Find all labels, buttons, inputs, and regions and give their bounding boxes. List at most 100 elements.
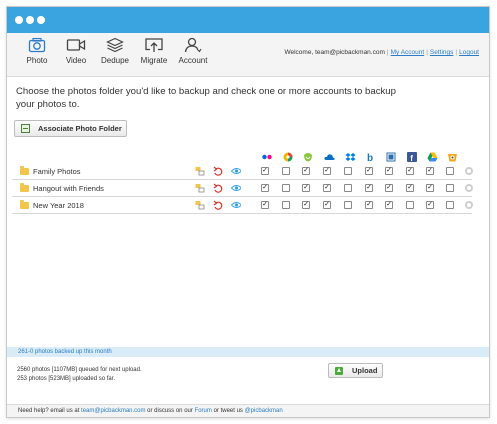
undo-icon[interactable]	[213, 183, 223, 193]
service-checkbox-zenfolio[interactable]: ✓	[385, 201, 393, 209]
service-checkbox-dropbox[interactable]	[344, 167, 352, 175]
video-icon	[66, 39, 86, 51]
change-folder-icon[interactable]	[195, 166, 205, 176]
footer-middle2: or tweet us	[213, 408, 243, 414]
picasa-icon	[282, 151, 294, 163]
folder-row: Family Photos ✓ ✓ ✓ ✓ ✓ ✓ ✓	[12, 163, 473, 180]
service-checkbox-dropbox[interactable]	[344, 201, 352, 209]
folder-name-label: Family Photos	[33, 167, 81, 176]
service-checkbox-picasa[interactable]	[282, 167, 290, 175]
view-icon[interactable]	[231, 166, 241, 176]
tab-migrate-label: Migrate	[140, 56, 168, 65]
forum-link[interactable]: Forum	[195, 408, 212, 414]
change-folder-icon[interactable]	[195, 183, 205, 193]
service-checkbox-smugmug[interactable]: ✓	[302, 167, 310, 175]
tab-account[interactable]: Account	[173, 37, 213, 65]
google-drive-icon	[426, 151, 438, 163]
queued-text: 2560 photos [1107MB] queued for next upl…	[17, 367, 142, 373]
service-checkbox-flickr[interactable]: ✓	[261, 201, 269, 209]
skydrive-icon	[323, 151, 335, 163]
window-dot-2[interactable]	[26, 16, 34, 24]
tab-migrate[interactable]: Migrate	[134, 37, 174, 65]
twitter-link[interactable]: @picbackman	[245, 408, 283, 414]
tab-account-label: Account	[178, 56, 208, 65]
service-checkbox-skydrive[interactable]: ✓	[323, 167, 331, 175]
service-checkbox-google-drive[interactable]: ✓	[426, 201, 434, 209]
folder-settings-icon[interactable]	[465, 184, 473, 192]
settings-link[interactable]: Settings	[430, 49, 454, 56]
tab-dedupe[interactable]: Dedupe	[95, 37, 135, 65]
upload-button-label: Upload	[352, 366, 378, 375]
folder-icon	[20, 183, 29, 192]
service-checkbox-zenfolio[interactable]: ✓	[385, 167, 393, 175]
tab-photo[interactable]: Photo	[17, 37, 57, 65]
folder-add-icon	[21, 124, 30, 133]
upload-button[interactable]: Upload	[328, 363, 383, 378]
change-folder-icon[interactable]	[195, 200, 205, 210]
tab-video-label: Video	[65, 56, 87, 65]
service-header: b f	[0, 151, 497, 163]
service-checkbox-google-drive[interactable]: ✓	[426, 167, 434, 175]
window-dot-1[interactable]	[15, 16, 23, 24]
service-checkbox-box[interactable]: ✓	[365, 201, 373, 209]
service-checkbox-facebook[interactable]: ✓	[406, 184, 414, 192]
folder-settings-icon[interactable]	[465, 167, 473, 175]
folder-list: Family Photos ✓ ✓ ✓ ✓ ✓ ✓ ✓ Hangout with Friends…	[12, 163, 473, 214]
service-checkbox-box[interactable]: ✓	[365, 184, 373, 192]
undo-icon[interactable]	[213, 200, 223, 210]
service-checkbox-box[interactable]: ✓	[365, 167, 373, 175]
service-checkbox-google-drive[interactable]: ✓	[426, 184, 434, 192]
tab-photo-label: Photo	[26, 56, 48, 65]
facebook-icon: f	[406, 151, 418, 163]
associate-photo-folder-button[interactable]: Associate Photo Folder	[14, 120, 127, 137]
main-toolbar: Photo Video Dedupe Migrate Account Welco…	[7, 33, 489, 77]
dropbox-icon	[344, 151, 356, 163]
folder-name: Hangout with Friends	[20, 183, 104, 193]
service-checkbox-photobucket[interactable]	[446, 184, 454, 192]
camera-icon	[28, 37, 46, 53]
service-checkbox-flickr[interactable]: ✓	[261, 184, 269, 192]
service-checkbox-photobucket[interactable]	[446, 201, 454, 209]
folder-name-label: Hangout with Friends	[33, 184, 104, 193]
service-checkbox-facebook[interactable]: ✓	[406, 167, 414, 175]
zenfolio-icon	[385, 151, 397, 163]
service-checkbox-zenfolio[interactable]: ✓	[385, 184, 393, 192]
service-checkbox-facebook[interactable]	[406, 201, 414, 209]
service-checkbox-skydrive[interactable]: ✓	[323, 201, 331, 209]
associate-button-label: Associate Photo Folder	[38, 124, 122, 133]
service-checkbox-smugmug[interactable]: ✓	[302, 201, 310, 209]
welcome-text: Welcome, team@picbackman.com	[284, 49, 385, 56]
window-dot-3[interactable]	[37, 16, 45, 24]
migrate-icon	[145, 38, 163, 52]
tab-dedupe-label: Dedupe	[100, 56, 130, 65]
folder-settings-icon[interactable]	[465, 201, 473, 209]
service-checkbox-smugmug[interactable]: ✓	[302, 184, 310, 192]
flickr-icon	[261, 151, 273, 163]
service-checkbox-photobucket[interactable]	[446, 167, 454, 175]
service-checkbox-flickr[interactable]: ✓	[261, 167, 269, 175]
service-checkbox-picasa[interactable]	[282, 184, 290, 192]
footer-middle: or discuss on our	[147, 408, 193, 414]
view-icon[interactable]	[231, 183, 241, 193]
layers-icon	[106, 37, 124, 53]
view-icon[interactable]	[231, 200, 241, 210]
svg-text:f: f	[410, 154, 413, 162]
user-icon	[184, 37, 202, 53]
footer-prefix: Need help? email us at	[18, 408, 80, 414]
photobucket-icon	[446, 151, 458, 163]
logout-link[interactable]: Logout	[459, 49, 479, 56]
box-icon: b	[365, 151, 377, 163]
support-email-link[interactable]: team@picbackman.com	[81, 408, 145, 414]
service-checkbox-dropbox[interactable]	[344, 184, 352, 192]
my-account-link[interactable]: My Account	[391, 49, 425, 56]
title-bar	[7, 7, 489, 33]
folder-row: Hangout with Friends ✓ ✓ ✓ ✓ ✓ ✓ ✓	[12, 180, 473, 197]
undo-icon[interactable]	[213, 166, 223, 176]
service-checkbox-picasa[interactable]	[282, 201, 290, 209]
service-checkbox-skydrive[interactable]: ✓	[323, 184, 331, 192]
svg-text:b: b	[367, 153, 373, 162]
folder-icon	[20, 166, 29, 175]
tab-video[interactable]: Video	[56, 37, 96, 65]
folder-icon	[20, 200, 29, 209]
folder-name: Family Photos	[20, 166, 81, 176]
